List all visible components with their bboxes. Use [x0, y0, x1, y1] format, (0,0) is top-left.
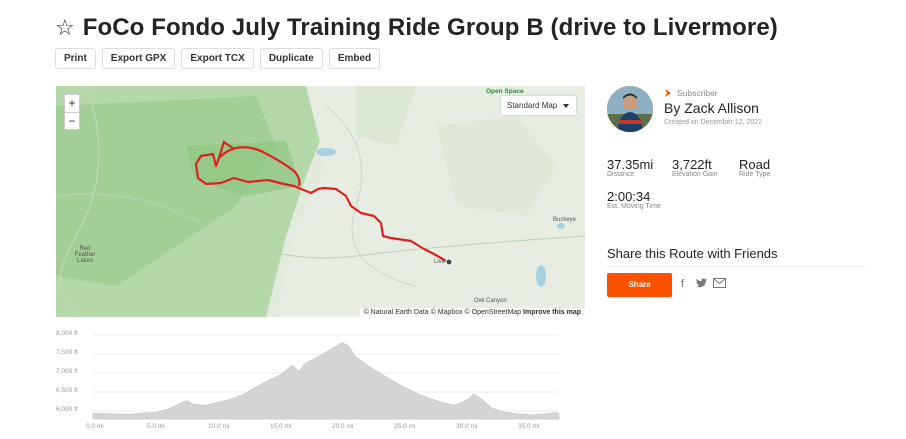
stat-label: Est. Moving Time — [607, 203, 661, 210]
share-button[interactable]: Share — [607, 273, 672, 297]
stat-value: 3,722ft — [672, 157, 712, 172]
map-attribution: © Natural Earth Data © Mapbox © OpenStre… — [359, 308, 585, 317]
map-label-red-feather: Red Feather Lakes — [74, 246, 96, 264]
embed-button[interactable]: Embed — [328, 48, 381, 69]
x-tick: 20.0 mi — [332, 423, 354, 430]
export-tcx-button[interactable]: Export TCX — [181, 48, 254, 69]
share-heading: Share this Route with Friends — [607, 246, 778, 261]
zoom-in-button[interactable]: + — [65, 95, 79, 112]
elevation-chart: 8,000 ft 7,500 ft 7,000 ft 6,500 ft 6,00… — [56, 327, 566, 433]
duplicate-button[interactable]: Duplicate — [259, 48, 323, 69]
chevron-down-icon — [563, 104, 569, 108]
stat-label: Ride Type — [739, 171, 771, 178]
email-icon[interactable] — [713, 278, 726, 291]
stat-value: Road — [739, 157, 771, 172]
route-map[interactable]: + − Open Space Standard Map Red Feather … — [56, 86, 585, 317]
x-tick: 10.0 mi — [208, 423, 230, 430]
x-tick: 5.0 mi — [147, 423, 165, 430]
map-label-live: Live — [434, 259, 446, 265]
email-icon-glyph — [713, 278, 726, 288]
map-terrain — [56, 86, 585, 317]
subscriber-label: Subscriber — [677, 88, 718, 98]
author-name[interactable]: By Zack Allison — [664, 100, 759, 116]
x-tick: 30.0 mi — [456, 423, 478, 430]
x-tick: 0.0 mi — [86, 423, 104, 430]
facebook-icon[interactable]: f — [681, 278, 684, 290]
stat-elevation-gain: 3,722ft Elevation Gain — [672, 157, 718, 178]
map-label-buckeye: Buckeye — [553, 217, 577, 223]
star-icon[interactable]: ☆ — [55, 16, 75, 41]
x-tick: 15.0 mi — [270, 423, 292, 430]
subscriber-icon — [665, 89, 671, 97]
x-tick: 35.0 mi — [518, 423, 540, 430]
stat-label: Elevation Gain — [672, 171, 718, 178]
divider — [607, 266, 867, 267]
stat-value: 37.35mi — [607, 157, 654, 172]
stat-ride-type: Road Ride Type — [739, 157, 770, 178]
attribution-text: © Natural Earth Data © Mapbox © OpenStre… — [363, 309, 522, 316]
stat-value: 2:00:34 — [607, 189, 651, 204]
open-space-legend: Open Space — [486, 88, 524, 95]
stat-distance: 37.35mi Distance — [607, 157, 653, 178]
improve-map-link[interactable]: Improve this map — [523, 309, 581, 316]
title-row: ☆ FoCo Fondo July Training Ride Group B … — [55, 14, 778, 42]
avatar-photo — [607, 86, 653, 132]
map-style-select[interactable]: Standard Map — [501, 96, 576, 115]
subscriber-badge: Subscriber — [664, 88, 718, 98]
stat-label: Distance — [607, 171, 635, 178]
map-style-label: Standard Map — [507, 101, 558, 110]
elevation-profile — [92, 334, 560, 420]
avatar[interactable] — [607, 86, 653, 132]
page-title: FoCo Fondo July Training Ride Group B (d… — [82, 14, 778, 41]
print-button[interactable]: Print — [55, 48, 96, 69]
x-tick: 25.0 mi — [394, 423, 416, 430]
zoom-control: + − — [64, 94, 80, 130]
map-label-owl-canyon: Owl Canyon — [474, 298, 507, 304]
twitter-icon[interactable] — [696, 278, 707, 291]
toolbar: Print Export GPX Export TCX Duplicate Em… — [55, 48, 381, 69]
export-gpx-button[interactable]: Export GPX — [101, 48, 176, 69]
stat-moving-time: 2:00:34 Est. Moving Time — [607, 189, 661, 210]
twitter-icon-glyph — [696, 278, 707, 288]
created-date: Created on December 12, 2022 — [664, 119, 763, 126]
zoom-out-button[interactable]: − — [65, 112, 79, 129]
